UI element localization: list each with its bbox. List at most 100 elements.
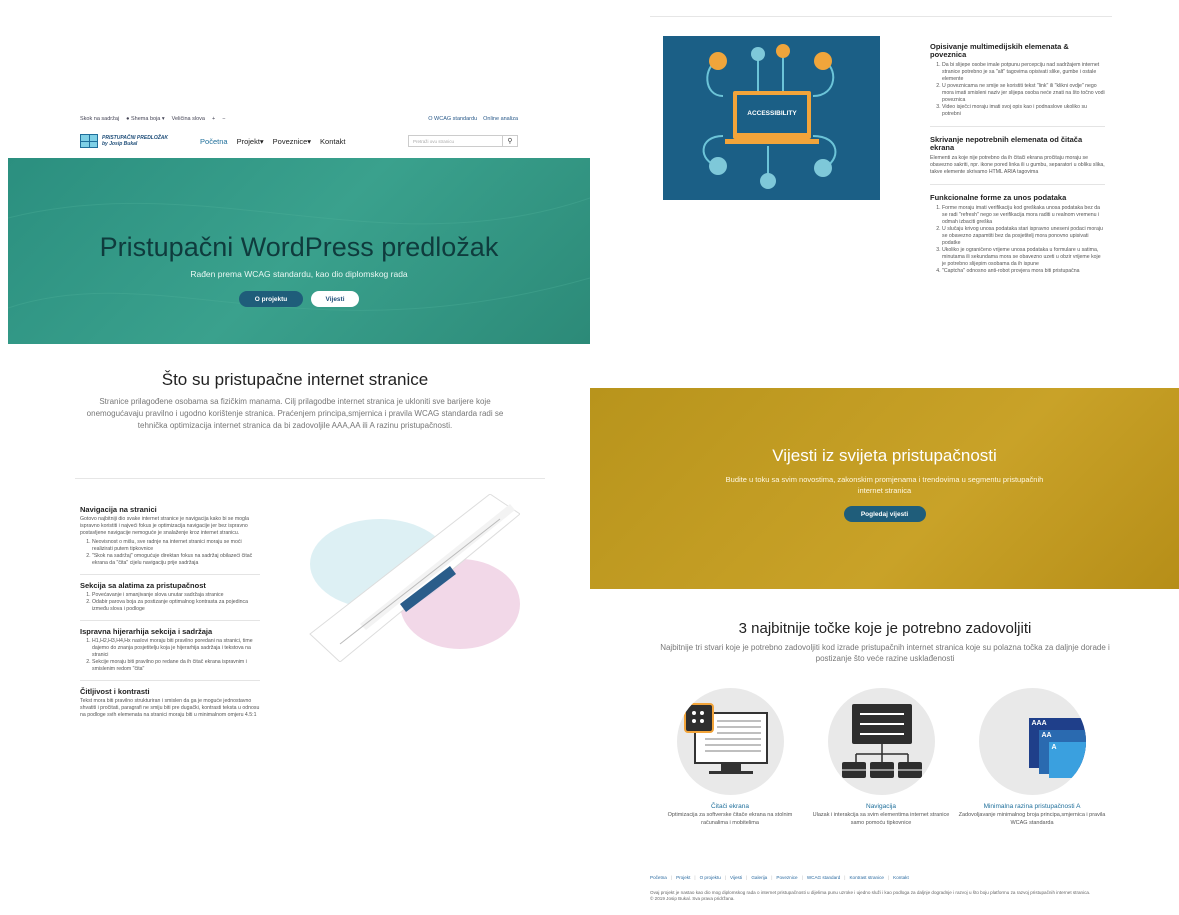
utility-bar: Skok na sadržaj ● Shema boja ▾ Veličina … <box>80 113 518 125</box>
font-increase-button[interactable]: + <box>212 116 215 122</box>
separator: | <box>771 875 773 880</box>
news-button[interactable]: Vijesti <box>311 291 359 307</box>
news-text: Budite u toku sa svim novostima, zakonsk… <box>725 475 1044 495</box>
list-item: Povećavanje i smanjivanje slova unutar s… <box>92 592 260 599</box>
hero-buttons: O projektu Vijesti <box>8 291 590 307</box>
feature-block: Funkcionalne forme za unos podataka Form… <box>930 194 1105 283</box>
footer-link[interactable]: O projektu <box>700 875 721 882</box>
feature-title: Čitljivost i kontrasti <box>80 687 150 696</box>
hero-title: Pristupačni WordPress predložak <box>99 232 499 262</box>
view-news-button[interactable]: Pogledaj vijesti <box>843 506 926 522</box>
device-screenshot-image <box>309 494 520 662</box>
menu-item-contact[interactable]: Kontakt <box>320 137 345 146</box>
card-text: Zadovoljavanje minimalnog broja principa… <box>958 812 1106 826</box>
color-scheme-label: Shema boja <box>131 116 161 122</box>
list-item: Odabir parova boja za postizanje optimal… <box>92 599 260 613</box>
footer-link[interactable]: Početna <box>650 875 667 882</box>
list-item: Ukoliko je ograničeno vrijeme unosa poda… <box>942 247 1105 268</box>
divider <box>650 16 1112 17</box>
news-title: Vijesti iz svijeta pristupačnosti <box>772 446 997 465</box>
feature-title: Sekcija sa alatima za pristupačnost <box>80 581 206 590</box>
separator: | <box>670 875 673 880</box>
main-nav: PRISTUPAČNI PREDLOŽAK by Josip Bukal Poč… <box>80 130 518 152</box>
news-section: Vijesti iz svijeta pristupačnosti Budite… <box>590 388 1179 589</box>
list-item: "Captcha" odnosno anti-robot provjera mo… <box>942 268 1105 275</box>
intro-text: Stranice prilagođene osobama sa fizičkim… <box>86 397 504 430</box>
font-decrease-button[interactable]: − <box>222 116 225 122</box>
feature-title: Opisivanje multimedijskih elemenata & po… <box>930 42 1069 59</box>
feature-text: Gotovo najbitniji dio svake internet str… <box>80 516 249 536</box>
intro-section: Što su pristupačne internet stranice Str… <box>0 370 590 432</box>
wcag-link[interactable]: O WCAG standardu <box>428 116 477 122</box>
list-item: Neovisnost o mišu, sve radnje na interne… <box>92 539 260 553</box>
features-list: Navigacija na stranici Gotovo najbitniji… <box>80 506 260 733</box>
accessibility-illustration <box>663 36 880 200</box>
logo-line2: by Josip Bukal <box>102 141 138 147</box>
hero-section: Pristupačni WordPress predložak Rađen pr… <box>8 158 590 344</box>
site-logo[interactable]: PRISTUPAČNI PREDLOŽAK by Josip Bukal <box>80 134 168 148</box>
left-screenshot: Skok na sadržaj ● Shema boja ▾ Veličina … <box>0 0 590 915</box>
color-scheme-menu[interactable]: ● Shema boja ▾ <box>126 116 165 122</box>
key-points-section: 3 najbitnije točke koje je potrebno zado… <box>600 620 1170 664</box>
feature-block: Skrivanje nepotrebnih elemenata od čitač… <box>930 136 1105 185</box>
footer-copyright: © 2019 Josip Bukal. Sva prava pridržana. <box>650 896 735 901</box>
aaa-levels-icon: AAA AA A <box>978 688 1086 795</box>
feature-items: Povećavanje i smanjivanje slova unutar s… <box>80 592 260 613</box>
feature-items: Neovisnost o mišu, sve radnje na interne… <box>80 539 260 567</box>
feature-block: Sekcija sa alatima za pristupačnost Pove… <box>80 582 260 621</box>
logo-text: PRISTUPAČNI PREDLOŽAK by Josip Bukal <box>102 135 168 147</box>
footer-menu: Početna | Projekt | O projektu | Vijesti | G… <box>650 875 1110 882</box>
feature-block: Navigacija na stranici Gotovo najbitniji… <box>80 506 260 575</box>
list-item: Sekcije moraju biti pravilno po redane d… <box>92 659 260 673</box>
level-aa-label: AA <box>1041 732 1052 739</box>
search-box: Pretraži ovu stranicu ⚲ <box>408 135 518 147</box>
about-project-button[interactable]: O projektu <box>239 291 303 307</box>
menu-item-links-label: Poveznice <box>272 136 308 146</box>
search-icon[interactable]: ⚲ <box>502 136 517 146</box>
logo-mark-icon <box>80 134 98 148</box>
list-item: Da bi slijepe osobe imale potpunu percep… <box>942 62 1105 83</box>
footer-link[interactable]: Galerija <box>751 875 767 882</box>
right-features-list: Opisivanje multimedijskih elemenata & po… <box>930 43 1105 292</box>
hero-subtitle: Rađen prema WCAG standardu, kao dio dipl… <box>190 269 408 279</box>
accessibility-label: ACCESSIBILITY <box>747 110 797 117</box>
divider <box>75 478 545 479</box>
card-text: Ulazak i interakcija sa svim elementima … <box>812 812 950 826</box>
footer-link[interactable]: Projekt <box>676 875 690 882</box>
feature-text: Elementi za koje nije potrebno da ih čit… <box>930 155 1105 175</box>
feature-title: Skrivanje nepotrebnih elemenata od čitač… <box>930 135 1083 152</box>
menu-item-project[interactable]: Projekt▾ <box>237 137 264 146</box>
card-title: Minimalna razina pristupačnosti A <box>983 803 1081 810</box>
screen-reader-icon <box>676 688 784 795</box>
footer-link[interactable]: Poveznice <box>776 875 797 882</box>
list-item: H1,H2,H3,H4,Hx naslovi moraju biti pravi… <box>92 638 260 659</box>
footer-link[interactable]: Kontakt <box>893 875 909 882</box>
menu-item-links[interactable]: Poveznice▾ <box>273 137 311 146</box>
level-a-label: A <box>1051 744 1057 751</box>
list-item: Forme moraju imati verifikaciju kod greš… <box>942 205 1105 226</box>
list-item: "Skok na sadržaj" omogućuje direktan fok… <box>92 553 260 567</box>
footer-link[interactable]: Kontrast stranice <box>849 875 883 882</box>
level-aaa-label: AAA <box>1031 720 1047 727</box>
feature-items: Forme moraju imati verifikaciju kod greš… <box>930 205 1105 275</box>
search-input[interactable]: Pretraži ovu stranicu <box>413 139 454 144</box>
keyboard-navigation-icon <box>827 688 935 795</box>
card-min-level: AAA AA A Minimalna razina pristupačnosti… <box>942 688 1122 827</box>
menu-item-home[interactable]: Početna <box>200 137 228 146</box>
separator: | <box>694 875 696 880</box>
feature-items: Da bi slijepe osobe imale potpunu percep… <box>930 62 1105 118</box>
analysis-link[interactable]: Online analiza <box>483 116 518 122</box>
card-text: Optimizacija za softverske čitače ekrana… <box>667 812 793 826</box>
separator: | <box>844 875 846 880</box>
intro-title: Što su pristupačne internet stranice <box>161 370 429 389</box>
skip-link[interactable]: Skok na sadržaj <box>80 116 119 122</box>
footer-link[interactable]: Vijesti <box>730 875 742 882</box>
font-size-label: Veličina slova <box>171 116 205 122</box>
feature-items: H1,H2,H3,H4,Hx naslovi moraju biti pravi… <box>80 638 260 673</box>
separator: | <box>801 875 803 880</box>
list-item: Video isječci moraju imati svoj opis kao… <box>942 104 1105 118</box>
separator: | <box>746 875 748 880</box>
separator: | <box>887 875 890 880</box>
feature-title: Ispravna hijerarhija sekcija i sadržaja <box>80 627 213 636</box>
footer-link[interactable]: WCAG standard <box>807 875 840 882</box>
